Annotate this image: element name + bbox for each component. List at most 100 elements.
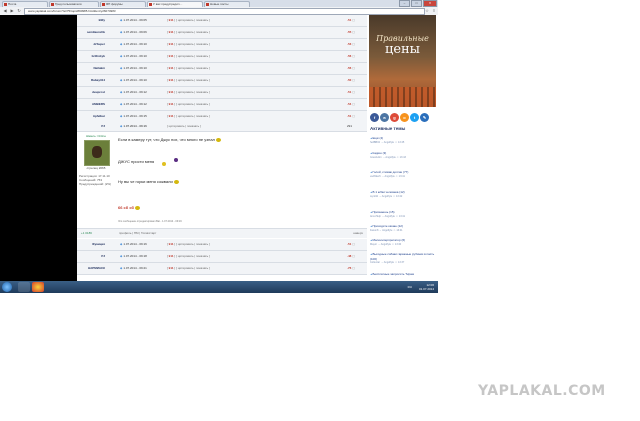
star-icon[interactable]: ☆ [424, 8, 430, 14]
post-number[interactable]: 911 [169, 254, 174, 258]
post-actions[interactable]: [ 911 ] [ цитировать | показать ] [167, 251, 210, 262]
topic-item[interactable]: Ещё (4)hellBB02 → Angolfyle ☺ 13:45 [370, 136, 436, 145]
start-button[interactable] [2, 282, 12, 292]
quote-show-links[interactable]: цитировать | показать [178, 30, 209, 34]
quote-show-links[interactable]: цитировать | показать [178, 254, 209, 258]
post-actions[interactable]: [ 911 ] [ цитировать | показать ] [167, 75, 210, 86]
reload-icon[interactable]: ↻ [16, 8, 22, 14]
post-number[interactable]: 911 [169, 78, 174, 82]
quote-show-links[interactable]: цитировать | показать [169, 124, 200, 128]
post-actions[interactable]: [ 911 ] [ цитировать | показать ] [167, 87, 210, 98]
minimize-button[interactable]: – [399, 0, 410, 7]
quote-show-links[interactable]: цитировать | показать [178, 78, 209, 82]
post-author[interactable]: brillisbyb [83, 51, 105, 62]
table-row: drSuper 1.07.2014 - 09:10 [ 911 ] [ цити… [77, 39, 367, 51]
topic-meta: Collentar → Angolfyle ☺ 13:37 [370, 261, 405, 264]
web-page: Billy 1.07.2014 - 09:05 [ 911 ] [ цитиро… [0, 15, 438, 281]
post-author[interactable]: PJ [83, 251, 105, 262]
post-text-line: Ну вы че горки меня сожвали [118, 179, 179, 184]
topic-item[interactable]: Выгодные собаки гаражные рубинки в пасть… [370, 252, 436, 265]
avatar[interactable] [84, 140, 110, 166]
tray-language[interactable]: RU [408, 285, 412, 289]
post-rating: -51 [347, 15, 367, 26]
post-author[interactable]: deuprost [83, 87, 105, 98]
post-rating: -54 [347, 99, 367, 110]
post-number[interactable]: 911 [169, 30, 174, 34]
post-number[interactable]: 911 [169, 66, 174, 70]
odnoklassniki-icon[interactable]: о [400, 113, 409, 122]
post-actions[interactable]: [ 911 ] [ цитировать | показать ] [167, 39, 210, 50]
chrome-icon[interactable] [32, 282, 44, 292]
post-number[interactable]: 911 [169, 18, 174, 22]
post-rating: -53 [347, 39, 367, 50]
post-author[interactable]: Billy [83, 15, 105, 26]
topic-title[interactable]: Бесплатные запросить Тираж [370, 272, 436, 277]
clock-date: 01.07.2014 [418, 287, 434, 291]
quote-show-links[interactable]: цитировать | показать [178, 242, 209, 246]
post-number[interactable]: 911 [169, 54, 174, 58]
topic-item[interactable]: Малоинтерпретатор (6)Mayor → Angolfyle ☺… [370, 238, 436, 247]
reputation-badge[interactable]: +1 0186 [81, 229, 92, 238]
ad-banner[interactable]: Правильные цены [369, 15, 436, 107]
profile-links[interactable]: профиль | ПМ | Топикстарт [119, 229, 156, 238]
post-number[interactable]: 911 [169, 114, 174, 118]
post-actions[interactable]: [ 911 ] [ цитировать | показать ] [167, 111, 210, 122]
back-arrow-icon[interactable]: ◀ [2, 8, 8, 14]
maximize-button[interactable]: □ [411, 0, 422, 7]
system-tray[interactable]: RU 12:06 01.07.2014 [408, 283, 434, 291]
post-author[interactable]: semilaunchk [83, 27, 105, 38]
post-number[interactable]: 911 [169, 266, 174, 270]
menu-icon[interactable]: ≡ [431, 8, 437, 14]
topic-item[interactable]: Голой, словак долгие (77)vedfliker6 → An… [370, 170, 436, 179]
url-input[interactable]: www.yaplakal.com/forum7/st/75/topic89098… [24, 8, 425, 15]
banner-headline-big: цены [384, 42, 421, 57]
post-author[interactable]: AMBERS [83, 99, 105, 110]
topic-item[interactable]: Бесплатные запросить Тираж [370, 272, 436, 277]
post-actions[interactable]: [ 911 ] [ цитировать | показать ] [167, 15, 210, 26]
post-author[interactable]: PJ [83, 122, 105, 131]
post-actions[interactable]: [ цитировать | показать ] [167, 122, 201, 131]
quote-show-links[interactable]: цитировать | показать [178, 114, 209, 118]
topic-item[interactable]: Кадиш (3)Grew1Aim → Angolfyle ☺ 13:43 [370, 151, 436, 160]
post-actions[interactable]: [ 911 ] [ цитировать | показать ] [167, 99, 210, 110]
post-actions[interactable]: [ 911 ] [ цитировать | показать ] [167, 27, 210, 38]
post-author[interactable]: Rabay314 [83, 75, 105, 86]
post-actions[interactable]: [ 911 ] [ цитировать | показать ] [167, 239, 210, 250]
quote-show-links[interactable]: цитировать | показать [178, 18, 209, 22]
post-number[interactable]: 911 [169, 102, 174, 106]
post-author[interactable]: Neilakm [83, 63, 105, 74]
tab-label: У вас предупредил… [153, 2, 183, 6]
facebook-icon[interactable]: f [370, 113, 379, 122]
post-actions[interactable]: [ 911 ] [ цитировать | показать ] [167, 263, 210, 274]
twitter-icon[interactable]: t [410, 113, 419, 122]
post-number[interactable]: 911 [169, 242, 174, 246]
livejournal-icon[interactable]: ✎ [420, 113, 429, 122]
google-plus-icon[interactable]: g [390, 113, 399, 122]
topic-title[interactable]: Выгодные собаки гаражные рубинки в пасть… [370, 252, 436, 261]
topic-item[interactable]: Приходите качаю (12)Faxon8 → Angolfyle ☺… [370, 224, 436, 233]
post-number[interactable]: 911 [169, 42, 174, 46]
favicon-icon [206, 3, 209, 6]
quote-show-links[interactable]: цитировать | показать [178, 54, 209, 58]
quote-show-links[interactable]: цитировать | показать [178, 66, 209, 70]
topic-meta: wyrd42 → Angolfyle ☺ 13:42 [370, 195, 403, 198]
topic-item[interactable]: В 1 юбки человека (12)wyrd42 → Angolfyle… [370, 190, 436, 199]
post-actions[interactable]: [ 911 ] [ цитировать | показать ] [167, 63, 210, 74]
post-author[interactable]: Apfelbar [83, 111, 105, 122]
quote-show-links[interactable]: цитировать | показать [178, 266, 209, 270]
post-author[interactable]: Функция [83, 239, 105, 250]
topic-item[interactable]: Признаешь (15)AnxoHelp → Angolfyle ☺ 13:… [370, 210, 436, 219]
forward-arrow-icon[interactable]: ▶ [9, 8, 15, 14]
vk-icon[interactable]: в [380, 113, 389, 122]
quote-show-links[interactable]: цитировать | показать [178, 102, 209, 106]
post-author[interactable]: drSuper [83, 39, 105, 50]
post-actions[interactable]: [ 911 ] [ цитировать | показать ] [167, 51, 210, 62]
to-top-link[interactable]: наверх [353, 229, 363, 238]
post-number[interactable]: 911 [169, 90, 174, 94]
quote-show-links[interactable]: цитировать | показать [178, 42, 209, 46]
close-button[interactable]: ✕ [423, 0, 437, 7]
quote-show-links[interactable]: цитировать | показать [178, 90, 209, 94]
table-row: AMBERS 1.07.2014 - 09:12 [ 911 ] [ цитир… [77, 99, 367, 111]
explorer-icon[interactable] [18, 282, 30, 292]
post-author[interactable]: НАРМИАСК [83, 263, 105, 274]
